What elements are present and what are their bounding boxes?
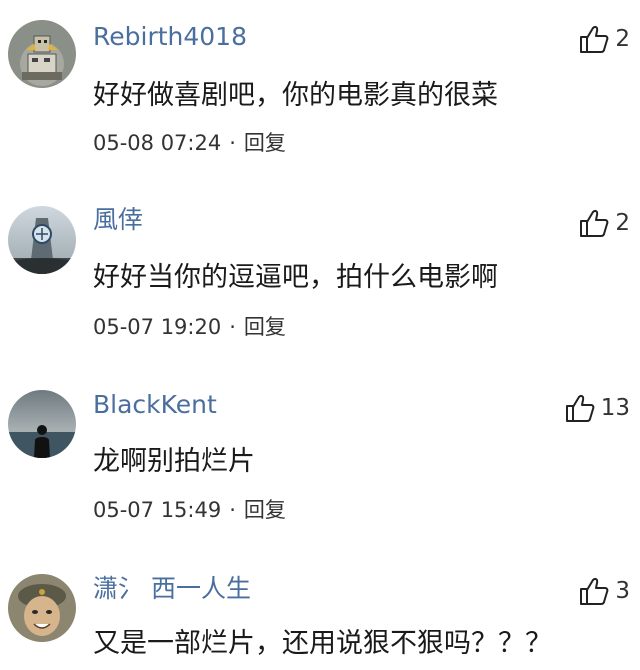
like-count: 2 [615, 210, 630, 236]
avatar-soldier-icon [8, 574, 76, 642]
thumbs-up-icon [580, 210, 609, 237]
avatar[interactable] [8, 20, 76, 88]
avatar-sea-person-icon [8, 390, 76, 458]
comment-meta: 05-08 07:24 · 回复 [93, 130, 286, 156]
avatar[interactable] [8, 574, 76, 642]
like-button[interactable]: 2 [579, 24, 630, 54]
separator-dot: · [229, 131, 236, 155]
reply-button[interactable]: 回复 [244, 315, 286, 339]
comment-text: 好好做喜剧吧，你的电影真的很菜 [93, 80, 498, 111]
timestamp: 05-07 19:20 [93, 315, 222, 339]
avatar-robot-icon [8, 20, 76, 88]
separator-dot: · [229, 315, 236, 339]
username[interactable]: Rebirth4018 [93, 22, 247, 52]
comment-meta: 05-07 19:20 · 回复 [93, 314, 286, 340]
timestamp: 05-07 15:49 [93, 498, 222, 522]
comment-text: 龙啊别拍烂片 [93, 446, 255, 477]
like-count: 13 [600, 395, 630, 421]
reply-button[interactable]: 回复 [244, 131, 286, 155]
thumbs-up-icon [580, 26, 609, 53]
thumbs-up-icon [580, 578, 609, 605]
timestamp: 05-08 07:24 [93, 131, 222, 155]
username[interactable]: 風倖 [93, 205, 143, 235]
comment-text: 又是一部烂片，还用说狠不狠吗？？？ [93, 628, 552, 659]
like-count: 3 [615, 578, 630, 604]
avatar[interactable] [8, 390, 76, 458]
avatar-building-icon [8, 206, 76, 274]
like-button[interactable]: 3 [579, 576, 630, 606]
like-button[interactable]: 2 [579, 208, 630, 238]
like-count: 2 [615, 26, 630, 52]
username[interactable]: BlackKent [93, 390, 217, 420]
comment-meta: 05-07 15:49 · 回复 [93, 497, 286, 523]
username[interactable]: 潇氵 西一人生 [93, 574, 251, 604]
thumbs-up-icon [565, 395, 595, 422]
separator-dot: · [229, 498, 236, 522]
like-button[interactable]: 13 [565, 393, 630, 423]
comment-text: 好好当你的逗逼吧，拍什么电影啊 [93, 262, 498, 293]
reply-button[interactable]: 回复 [244, 498, 286, 522]
avatar[interactable] [8, 206, 76, 274]
